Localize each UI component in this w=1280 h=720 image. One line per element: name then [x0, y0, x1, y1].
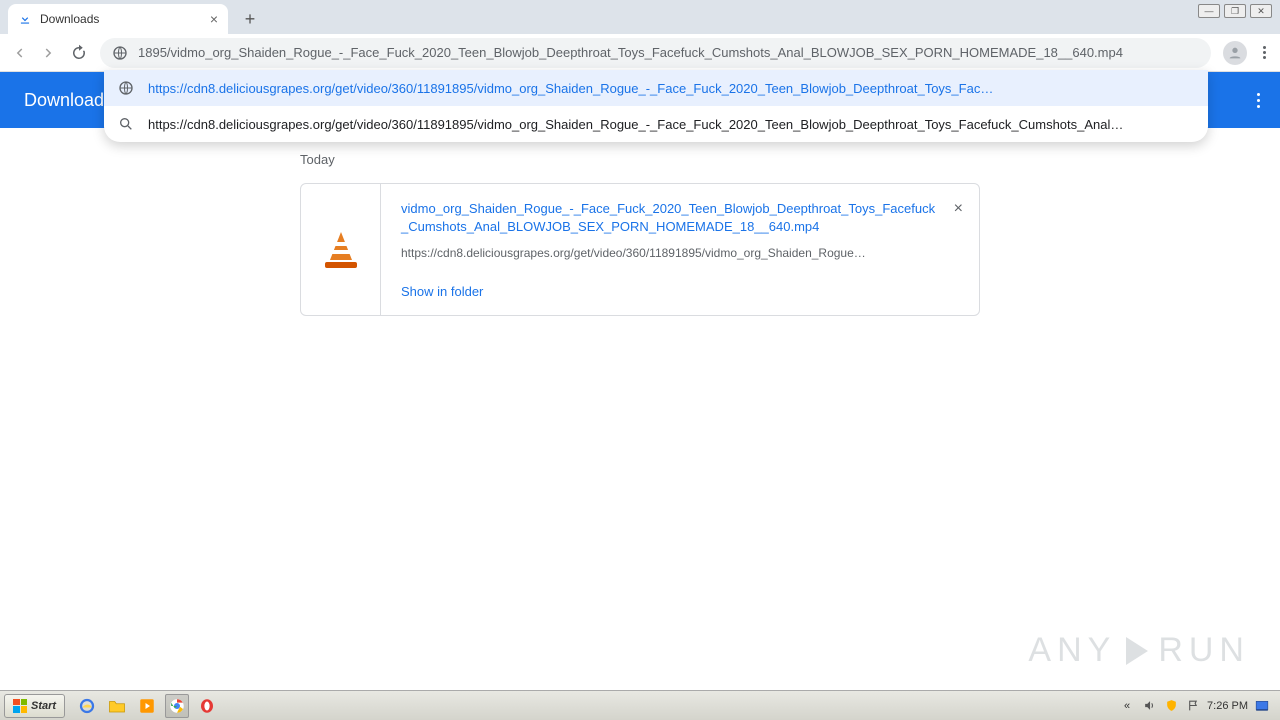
taskbar-media-icon[interactable] — [135, 694, 159, 718]
taskbar-chrome-icon[interactable] — [165, 694, 189, 718]
new-tab-button[interactable]: + — [236, 5, 264, 33]
window-close-button[interactable]: ✕ — [1250, 4, 1272, 18]
suggestion-text: https://cdn8.deliciousgrapes.org/get/vid… — [148, 81, 1194, 96]
start-button[interactable]: Start — [4, 694, 65, 718]
flag-icon[interactable] — [1185, 698, 1201, 714]
download-item: vidmo_org_Shaiden_Rogue_-_Face_Fuck_2020… — [300, 183, 980, 316]
show-in-folder-link[interactable]: Show in folder — [401, 284, 939, 299]
clock[interactable]: 7:26 PM — [1207, 700, 1248, 712]
download-file-icon — [301, 184, 381, 315]
address-bar[interactable]: 1895/vidmo_org_Shaiden_Rogue_-_Face_Fuck… — [100, 38, 1211, 68]
search-icon — [118, 116, 134, 132]
forward-button[interactable] — [40, 44, 58, 62]
download-source-url: https://cdn8.deliciousgrapes.org/get/vid… — [401, 246, 939, 260]
shield-icon[interactable] — [1163, 698, 1179, 714]
profile-button[interactable] — [1223, 41, 1247, 65]
downloads-menu-button[interactable] — [1257, 93, 1260, 108]
globe-icon — [118, 80, 134, 96]
suggestion-text: https://cdn8.deliciousgrapes.org/get/vid… — [148, 117, 1194, 132]
tray-expand-icon[interactable]: « — [1119, 698, 1135, 714]
browser-menu-button[interactable] — [1259, 42, 1270, 63]
vlc-icon — [325, 232, 357, 268]
taskbar-opera-icon[interactable] — [195, 694, 219, 718]
taskbar-ie-icon[interactable] — [75, 694, 99, 718]
back-button[interactable] — [10, 44, 28, 62]
page-title: Downloads — [24, 90, 113, 111]
download-icon — [18, 12, 32, 26]
download-filename[interactable]: vidmo_org_Shaiden_Rogue_-_Face_Fuck_2020… — [401, 200, 939, 236]
taskbar-explorer-icon[interactable] — [105, 694, 129, 718]
suggestion-row[interactable]: https://cdn8.deliciousgrapes.org/get/vid… — [104, 106, 1208, 142]
address-bar-text: 1895/vidmo_org_Shaiden_Rogue_-_Face_Fuck… — [138, 45, 1199, 60]
reload-button[interactable] — [70, 44, 88, 62]
windows-logo-icon — [13, 699, 27, 713]
window-maximize-button[interactable]: ❐ — [1224, 4, 1246, 18]
suggestion-row[interactable]: https://cdn8.deliciousgrapes.org/get/vid… — [104, 70, 1208, 106]
system-tray: « 7:26 PM — [1119, 698, 1276, 714]
window-minimize-button[interactable]: — — [1198, 4, 1220, 18]
show-desktop-button[interactable] — [1254, 698, 1270, 714]
globe-icon — [112, 45, 128, 61]
tab-close-button[interactable]: × — [210, 11, 218, 27]
tab-strip: Downloads × + — [0, 0, 1280, 34]
tab-downloads[interactable]: Downloads × — [8, 4, 228, 34]
tab-title: Downloads — [40, 12, 99, 26]
browser-toolbar: 1895/vidmo_org_Shaiden_Rogue_-_Face_Fuck… — [0, 34, 1280, 72]
section-today: Today — [300, 152, 1280, 167]
remove-download-button[interactable]: × — [954, 200, 963, 218]
taskbar: Start « 7:26 PM — [0, 690, 1280, 720]
downloads-content: Today vidmo_org_Shaiden_Rogue_-_Face_Fuc… — [0, 128, 1280, 690]
volume-icon[interactable] — [1141, 698, 1157, 714]
omnibox-suggestions: https://cdn8.deliciousgrapes.org/get/vid… — [104, 70, 1208, 142]
